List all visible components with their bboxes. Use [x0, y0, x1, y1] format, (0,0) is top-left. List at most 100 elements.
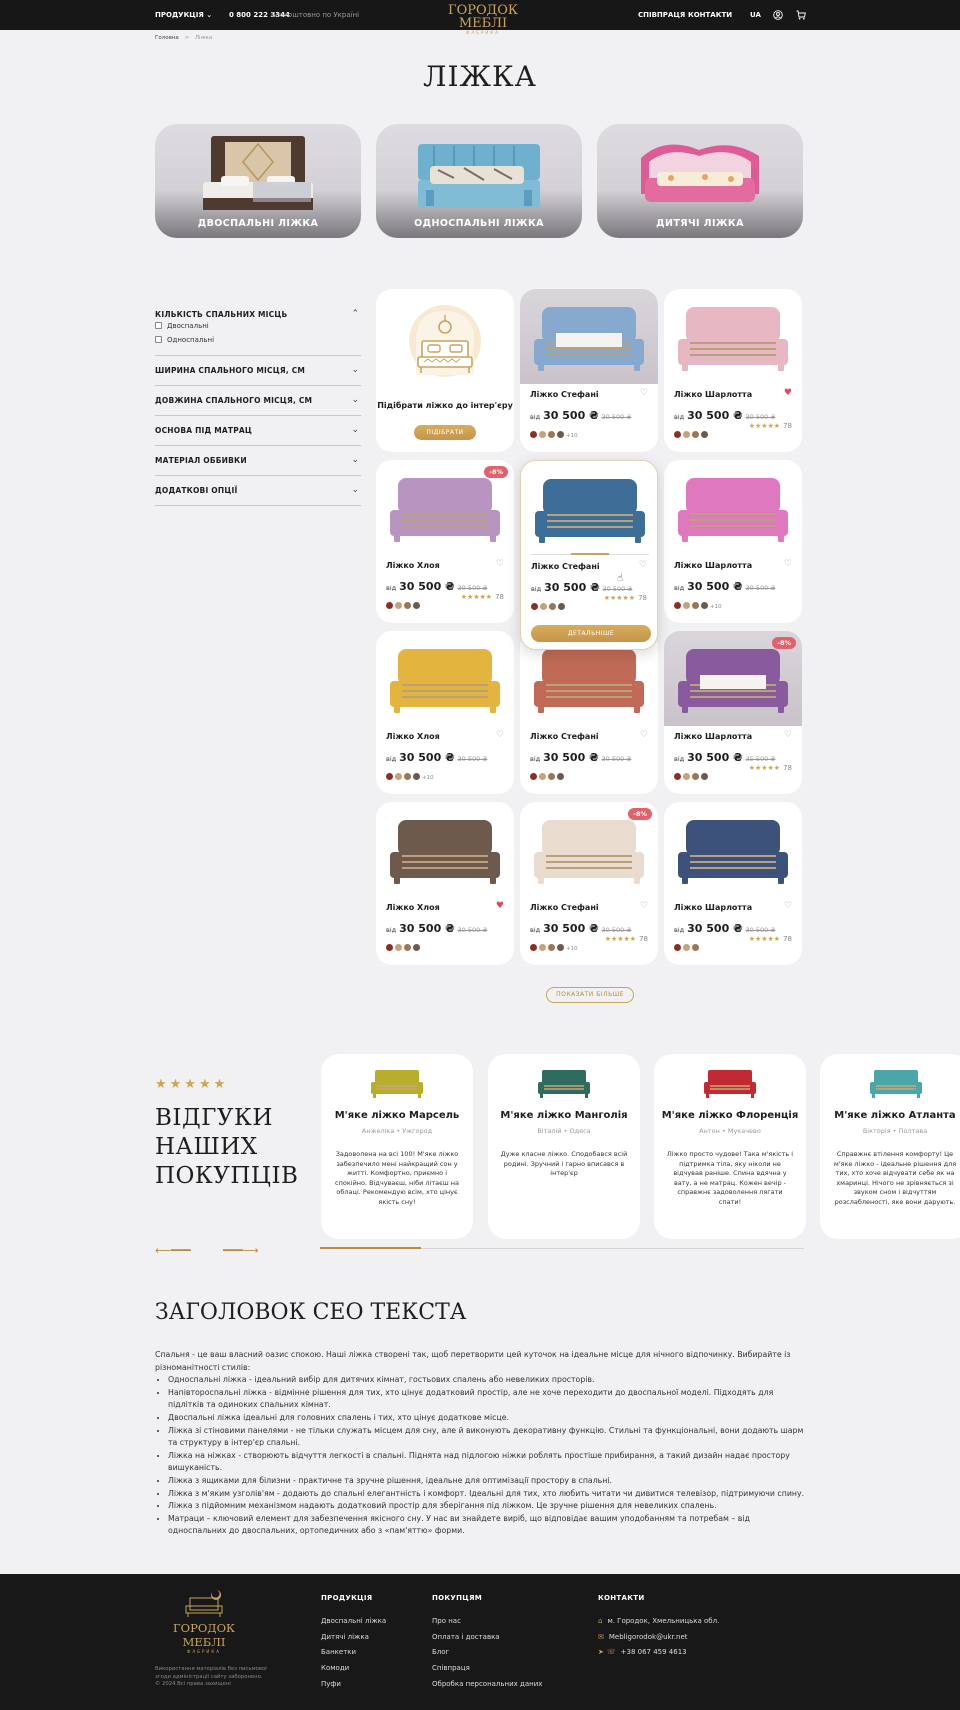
footer-email[interactable]: ✉ Mebligorodok@ukr.net — [598, 1633, 688, 1641]
color-swatch[interactable] — [674, 773, 681, 780]
color-swatch[interactable] — [531, 603, 538, 610]
product-image[interactable] — [376, 631, 514, 726]
color-swatch[interactable] — [386, 602, 393, 609]
details-button[interactable]: ДЕТАЛЬНІШЕ — [531, 625, 651, 642]
color-swatch[interactable] — [530, 773, 537, 780]
more-colors[interactable]: +10 — [710, 604, 722, 610]
checkbox[interactable] — [155, 322, 162, 329]
product-image[interactable] — [664, 289, 802, 384]
product-name[interactable]: Ліжко Стефані — [530, 732, 599, 741]
color-swatch[interactable] — [395, 773, 402, 780]
color-swatch[interactable] — [548, 944, 555, 951]
heart-icon[interactable]: ♥ — [496, 901, 504, 911]
site-logo[interactable]: ГОРОДОК МЕБЛІ ФАБРИКА — [428, 4, 538, 35]
product-card[interactable]: Ліжко Шарлотта ♡ від 30 500 ₴ 35 500 ₴ ★★★… — [664, 631, 802, 794]
color-swatch[interactable] — [674, 431, 681, 438]
color-swatch[interactable] — [701, 773, 708, 780]
heart-icon[interactable]: ♥ — [784, 388, 792, 398]
heart-icon[interactable]: ♡ — [496, 730, 504, 740]
color-swatch[interactable] — [557, 431, 564, 438]
filter-extra-options[interactable]: ДОДАТКОВІ ОПЦІЇ ⌄ — [155, 476, 361, 506]
show-more-button[interactable]: ПОКАЗАТИ БІЛЬШЕ — [546, 987, 634, 1003]
color-swatch[interactable] — [540, 603, 547, 610]
footer-link[interactable]: Блог — [432, 1648, 449, 1656]
color-swatch[interactable] — [701, 431, 708, 438]
more-colors[interactable]: +10 — [422, 775, 434, 781]
category-double-beds[interactable]: ДВОСПАЛЬНІ ЛІЖКА — [155, 124, 361, 238]
filter-width[interactable]: ШИРИНА СПАЛЬНОГО МІСЦЯ, СМ ⌄ — [155, 356, 361, 386]
color-swatch[interactable] — [395, 602, 402, 609]
color-swatch[interactable] — [413, 773, 420, 780]
footer-link[interactable]: Комоди — [321, 1664, 349, 1672]
color-swatch[interactable] — [683, 944, 690, 951]
category-single-beds[interactable]: ОДНОСПАЛЬНІ ЛІЖКА — [376, 124, 582, 238]
product-name[interactable]: Ліжко Шарлотта — [674, 561, 752, 570]
product-name[interactable]: Ліжко Хлоя — [386, 561, 440, 570]
product-name[interactable]: Ліжко Стефані — [530, 390, 599, 399]
color-swatch[interactable] — [413, 602, 420, 609]
color-swatch[interactable] — [548, 431, 555, 438]
more-colors[interactable]: +10 — [566, 433, 578, 439]
cart-icon[interactable] — [796, 10, 806, 20]
product-name[interactable]: Ліжко Шарлотта — [674, 732, 752, 741]
color-swatch[interactable] — [530, 431, 537, 438]
product-card[interactable]: Ліжко Шарлотта ♥ від 30 500 ₴ 30 500 ₴ ★★★… — [664, 289, 802, 452]
product-card[interactable]: Ліжко Хлоя ♡ від 30 500 ₴ 30 500 ₴ ★★★★★ 78… — [376, 460, 514, 623]
color-swatch[interactable] — [557, 944, 564, 951]
footer-link[interactable]: Оплата і доставка — [432, 1633, 500, 1641]
product-name[interactable]: Ліжко Шарлотта — [674, 903, 752, 912]
filter-heading[interactable]: КІЛЬКІСТЬ СПАЛЬНИХ МІСЦЬ — [155, 310, 287, 319]
products-menu[interactable]: ПРОДУКЦІЯ ⌄ — [155, 11, 212, 19]
more-colors[interactable]: +10 — [566, 946, 578, 952]
review-card[interactable]: М'яке ліжко Манголія Віталій • Одеса Дуж… — [488, 1054, 640, 1239]
telegram-icon[interactable]: ➤ — [598, 1648, 604, 1656]
heart-icon[interactable]: ♡ — [784, 901, 792, 911]
footer-link[interactable]: Банкетки — [321, 1648, 356, 1656]
color-swatch[interactable] — [395, 944, 402, 951]
product-image[interactable] — [376, 802, 514, 897]
language-switch[interactable]: UA — [750, 11, 761, 19]
color-swatch[interactable] — [539, 944, 546, 951]
color-swatch[interactable] — [404, 773, 411, 780]
color-swatch[interactable] — [539, 431, 546, 438]
color-swatch[interactable] — [404, 944, 411, 951]
product-name[interactable]: Ліжко Хлоя — [386, 903, 440, 912]
pick-bed-button[interactable]: ПІДІБРАТИ — [414, 425, 476, 440]
viber-icon[interactable]: ☏ — [607, 1648, 616, 1656]
product-image[interactable] — [520, 289, 658, 384]
product-name[interactable]: Ліжко Стефані — [531, 562, 600, 571]
product-image[interactable] — [521, 461, 657, 556]
footer-link[interactable]: Двоспальні ліжка — [321, 1617, 386, 1625]
color-swatch[interactable] — [386, 773, 393, 780]
heart-icon[interactable]: ♡ — [784, 730, 792, 740]
product-card[interactable]: Ліжко Стефані ♡ від 30 500 ₴ 30 500 ₴ ★★★★… — [520, 460, 658, 650]
color-swatch[interactable] — [683, 773, 690, 780]
heart-icon[interactable]: ♡ — [640, 901, 648, 911]
arrow-right-icon[interactable]: ━━━⟶ — [223, 1244, 259, 1257]
footer-logo[interactable]: ГОРОДОК МЕБЛІ ФАБРИКА — [155, 1588, 253, 1654]
color-swatch[interactable] — [530, 944, 537, 951]
heart-icon[interactable]: ♡ — [496, 559, 504, 569]
product-card[interactable]: Ліжко Хлоя ♡ від 30 500 ₴ 30 500 ₴ +10 — [376, 631, 514, 794]
nav-contacts[interactable]: КОНТАКТИ — [688, 11, 732, 19]
product-card[interactable]: Ліжко Стефані ♡ від 30 500 ₴ 30 500 ₴ +10 ★… — [520, 802, 658, 965]
checkbox[interactable] — [155, 336, 162, 343]
color-swatch[interactable] — [683, 602, 690, 609]
color-swatch[interactable] — [558, 603, 565, 610]
review-card[interactable]: М'яке ліжко Флоренція Антон • Мукачево Л… — [654, 1054, 806, 1239]
color-swatch[interactable] — [386, 944, 393, 951]
product-image[interactable] — [664, 802, 802, 897]
review-card[interactable]: М'яке ліжко Атланта Вікторія • Полтава С… — [820, 1054, 960, 1239]
color-swatch[interactable] — [692, 773, 699, 780]
footer-link[interactable]: Дитячі ліжка — [321, 1633, 369, 1641]
filter-option-single[interactable]: Односпальні — [155, 336, 214, 344]
account-icon[interactable] — [773, 10, 783, 20]
product-card[interactable]: Ліжко Стефані ♡ від 30 500 ₴ 30 500 ₴ +10 — [520, 289, 658, 452]
color-swatch[interactable] — [692, 944, 699, 951]
heart-icon[interactable]: ♡ — [639, 560, 647, 570]
review-card[interactable]: М'яке ліжко Марсель Анжеліка • Ужгород З… — [321, 1054, 473, 1239]
nav-cooperation[interactable]: СПІВПРАЦЯ — [638, 11, 685, 19]
image-slider-indicator[interactable] — [531, 553, 649, 555]
chevron-up-icon[interactable]: ⌃ — [351, 309, 359, 319]
filter-material[interactable]: МАТЕРІАЛ ОББИВКИ ⌄ — [155, 446, 361, 476]
